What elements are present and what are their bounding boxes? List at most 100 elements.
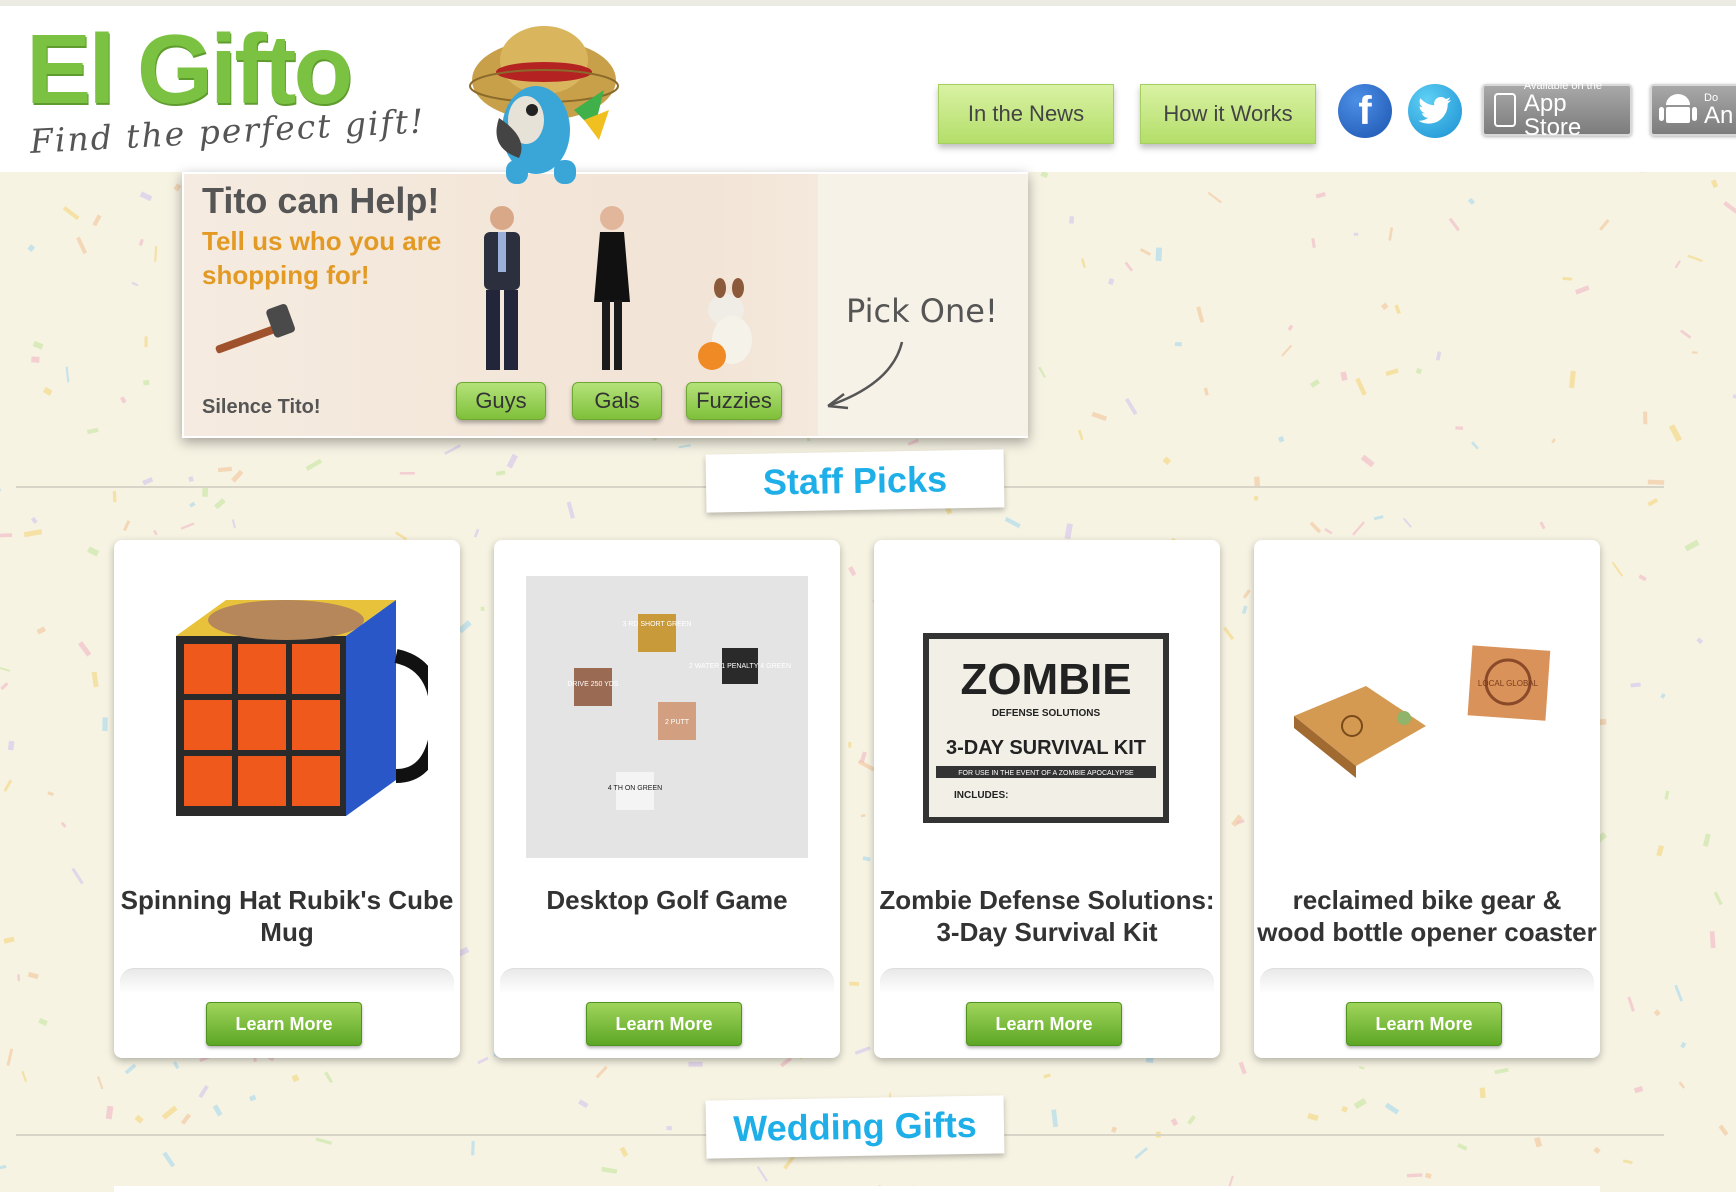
confetti-piece <box>3 779 13 792</box>
gals-button[interactable]: Gals <box>572 382 662 420</box>
confetti-piece <box>1174 341 1182 347</box>
confetti-piece <box>1402 517 1412 528</box>
confetti-piece <box>1647 479 1665 485</box>
product-title[interactable]: Spinning Hat Rubik's Cube Mug <box>114 884 460 948</box>
confetti-piece <box>172 1061 180 1070</box>
confetti-piece <box>0 666 11 672</box>
confetti-piece <box>198 1084 209 1099</box>
confetti-piece <box>1124 261 1134 272</box>
product-card[interactable]: Spinning Hat Rubik's Cube Mug Learn More <box>114 540 460 1058</box>
confetti-piece <box>1124 397 1138 416</box>
confetti-piece <box>1678 1081 1686 1089</box>
confetti-piece <box>1406 1173 1423 1178</box>
product-title[interactable]: reclaimed bike gear & wood bottle opener… <box>1254 884 1600 948</box>
silence-tito-link[interactable]: Silence Tito! <box>202 396 321 419</box>
confetti-piece <box>1223 626 1235 641</box>
confetti-piece <box>1668 424 1683 442</box>
confetti-piece <box>862 856 871 862</box>
how-it-works-button[interactable]: How it Works <box>1140 84 1316 144</box>
confetti-piece <box>27 244 36 253</box>
product-card[interactable]: 3 RD SHORT GREEN DRIVE 250 YDS 2 WATER 1… <box>494 540 840 1058</box>
confetti-piece <box>1633 1085 1644 1094</box>
product-title[interactable]: Desktop Golf Game <box>494 884 840 916</box>
die-text-2: DRIVE 250 YDS <box>567 681 619 688</box>
wedding-gifts-heading: Wedding Gifts <box>705 1095 1005 1159</box>
fuzzies-button[interactable]: Fuzzies <box>686 382 782 420</box>
confetti-piece <box>1309 378 1320 388</box>
confetti-piece <box>1653 1009 1661 1017</box>
confetti-piece <box>32 340 44 350</box>
confetti-piece <box>1643 411 1648 425</box>
learn-more-button[interactable]: Learn More <box>586 1002 742 1046</box>
confetti-piece <box>860 814 866 818</box>
confetti-piece <box>42 386 53 396</box>
app-store-badge[interactable]: Available on the App Store <box>1482 80 1632 140</box>
confetti-piece <box>1311 238 1316 248</box>
zombie-kit-text: 3-DAY SURVIVAL KIT <box>946 737 1146 759</box>
confetti-piece <box>1569 370 1576 389</box>
confetti-piece <box>87 546 100 557</box>
confetti-piece <box>291 1074 300 1083</box>
confetti-piece <box>1241 605 1248 615</box>
hammer-icon[interactable] <box>210 302 300 362</box>
confetti-piece <box>30 516 38 525</box>
confetti-piece <box>1448 217 1460 232</box>
bike-gear-coaster-image: LOCAL GLOBAL <box>1294 645 1551 778</box>
android-badge[interactable]: Do An <box>1650 84 1736 136</box>
confetti-piece <box>1385 368 1399 377</box>
site-logo[interactable]: El Gifto Find the perfect gift! <box>26 20 426 161</box>
confetti-piece <box>1355 377 1367 396</box>
product-title[interactable]: Zombie Defense Solutions: 3-Day Survival… <box>874 884 1220 948</box>
facebook-icon[interactable]: f <box>1338 84 1392 138</box>
confetti-piece <box>212 1104 223 1117</box>
confetti-piece <box>1064 523 1073 540</box>
in-the-news-button[interactable]: In the News <box>938 84 1114 144</box>
confetti-piece <box>1170 1117 1179 1127</box>
confetti-piece <box>849 981 860 986</box>
learn-more-button[interactable]: Learn More <box>966 1002 1122 1046</box>
confetti-piece <box>180 522 195 530</box>
confetti-piece <box>1394 304 1401 315</box>
learn-more-button[interactable]: Learn More <box>1346 1002 1502 1046</box>
confetti-piece <box>471 1140 475 1156</box>
confetti-piece <box>305 458 323 471</box>
confetti-piece <box>1111 1126 1118 1133</box>
confetti-piece <box>91 671 99 688</box>
confetti-piece <box>1207 191 1222 204</box>
confetti-piece <box>1384 1102 1400 1115</box>
confetti-piece <box>1155 247 1163 262</box>
confetti-piece <box>173 183 182 192</box>
product-card[interactable]: LOCAL GLOBAL reclaimed bike gear & wood … <box>1254 540 1600 1058</box>
confetti-piece <box>1718 1124 1729 1137</box>
confetti-piece <box>1353 232 1359 236</box>
confetti-piece <box>78 641 92 657</box>
confetti-piece <box>97 1075 104 1090</box>
confetti-piece <box>1656 845 1665 857</box>
confetti-piece <box>1471 441 1479 450</box>
product-card[interactable]: ZOMBIE DEFENSE SOLUTIONS 3-DAY SURVIVAL … <box>874 540 1220 1058</box>
confetti-piece <box>138 238 144 247</box>
learn-more-button[interactable]: Learn More <box>206 1002 362 1046</box>
confetti-piece <box>231 469 244 483</box>
confetti-piece <box>480 606 485 612</box>
confetti-piece <box>1277 435 1285 443</box>
confetti-piece <box>161 1105 178 1120</box>
confetti-piece <box>1253 495 1259 501</box>
confetti-piece <box>756 1165 769 1182</box>
confetti-piece <box>143 379 150 386</box>
confetti-piece <box>71 867 84 885</box>
confetti-piece <box>506 453 518 469</box>
confetti-piece <box>1713 891 1723 906</box>
guys-button[interactable]: Guys <box>456 382 546 420</box>
confetti-piece <box>1593 1146 1601 1154</box>
tito-parrot-mascot <box>469 26 619 184</box>
confetti-piece <box>214 498 226 510</box>
confetti-piece <box>31 356 40 363</box>
confetti-piece <box>1674 260 1681 269</box>
confetti-piece <box>1702 833 1711 847</box>
twitter-icon[interactable] <box>1408 84 1462 138</box>
confetti-piece <box>324 1071 334 1084</box>
confetti-piece <box>152 529 158 536</box>
confetti-piece <box>47 791 54 797</box>
confetti-piece <box>1315 192 1326 199</box>
